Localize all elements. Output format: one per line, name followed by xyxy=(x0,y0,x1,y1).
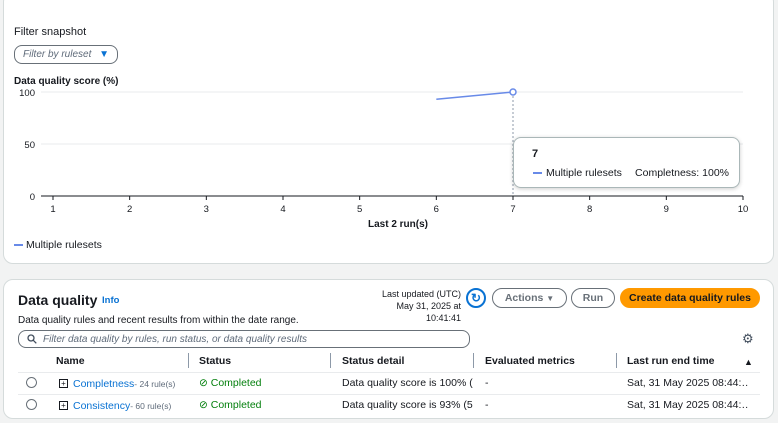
status-completed: ⊘ Completed xyxy=(199,399,262,411)
evaluated-metrics: - xyxy=(485,377,489,389)
tooltip-series-name: Multiple rulesets xyxy=(546,167,622,179)
expand-icon[interactable]: + xyxy=(59,401,68,410)
x-tick-label: 4 xyxy=(280,204,285,215)
column-divider xyxy=(616,353,617,368)
chart-tooltip: 7 Multiple rulesets Completness: 100% xyxy=(513,137,740,188)
rule-count: - 24 rule(s) xyxy=(134,379,176,389)
gear-icon[interactable]: ⚙ xyxy=(742,331,754,347)
quality-score-chart: 0 50 100 1 2 3 4 5 6 7 8 9 10 Last 2 run(s) xyxy=(19,88,749,230)
run-label: Run xyxy=(582,292,604,304)
status-text: Completed xyxy=(210,377,262,389)
status-detail: Data quality score is 100% (2… xyxy=(342,377,473,389)
data-point xyxy=(509,88,517,96)
x-tick-label: 7 xyxy=(510,204,515,215)
refresh-icon: ↻ xyxy=(470,291,482,305)
row-radio[interactable] xyxy=(26,377,37,388)
last-run-end-time: Sat, 31 May 2025 08:44:… xyxy=(627,399,749,411)
ruleset-link[interactable]: Consistency xyxy=(73,400,130,412)
tooltip-series: Multiple rulesets xyxy=(533,167,622,179)
y-tick-label: 50 xyxy=(24,140,35,151)
column-divider xyxy=(188,353,189,368)
x-tick-label: 10 xyxy=(738,204,749,215)
column-header-status[interactable]: Status xyxy=(199,355,231,367)
series-swatch xyxy=(533,172,542,174)
status-text: Completed xyxy=(210,399,262,411)
series-line xyxy=(436,91,514,101)
check-circle-icon: ⊘ xyxy=(199,399,208,411)
x-axis-label: Last 2 run(s) xyxy=(368,219,428,230)
y-tick-label: 0 xyxy=(30,192,35,203)
status-completed: ⊘ Completed xyxy=(199,377,262,389)
y-tick-label: 100 xyxy=(19,88,35,99)
check-circle-icon: ⊘ xyxy=(199,377,208,389)
column-divider xyxy=(473,353,474,368)
last-updated: Last updated (UTC) May 31, 2025 at 10:41… xyxy=(361,288,461,324)
column-divider xyxy=(330,353,331,368)
chart-legend[interactable]: Multiple rulesets xyxy=(14,239,102,251)
last-updated-time: May 31, 2025 at 10:41:41 xyxy=(396,301,461,323)
x-tick-label: 6 xyxy=(434,204,439,215)
ruleset-link[interactable]: Completness xyxy=(73,378,134,390)
sort-ascending-icon[interactable]: ▲ xyxy=(744,357,753,367)
status-detail: Data quality score is 93% (56,… xyxy=(342,399,473,411)
column-header-status-detail[interactable]: Status detail xyxy=(342,355,404,367)
tooltip-value: Completness: 100% xyxy=(635,167,729,179)
actions-label: Actions xyxy=(504,292,544,304)
panel-title: Data quality xyxy=(18,292,98,308)
column-header-name[interactable]: Name xyxy=(56,355,85,367)
actions-button[interactable]: Actions ▼ xyxy=(492,288,567,308)
last-run-end-time: Sat, 31 May 2025 08:44:… xyxy=(627,377,749,389)
x-tick-label: 1 xyxy=(50,204,55,215)
column-header-evaluated-metrics[interactable]: Evaluated metrics xyxy=(485,355,575,367)
legend-swatch xyxy=(14,244,23,246)
evaluated-metrics: - xyxy=(485,399,489,411)
last-updated-label: Last updated (UTC) xyxy=(381,289,461,299)
create-label: Create data quality rules xyxy=(629,292,751,304)
header-divider xyxy=(18,372,760,373)
search-icon xyxy=(27,334,37,344)
rule-count: - 60 rule(s) xyxy=(130,401,172,411)
create-rules-button[interactable]: Create data quality rules xyxy=(620,288,760,308)
run-button[interactable]: Run xyxy=(571,288,615,308)
legend-label: Multiple rulesets xyxy=(26,239,102,251)
row-divider xyxy=(18,394,760,395)
search-placeholder: Filter data quality by rules, run status… xyxy=(43,333,308,345)
search-input[interactable]: Filter data quality by rules, run status… xyxy=(18,330,470,348)
data-quality-panel: Data quality Info Data quality rules and… xyxy=(3,279,774,419)
caret-down-icon: ▼ xyxy=(546,293,555,303)
x-tick-label: 3 xyxy=(204,204,209,215)
info-link[interactable]: Info xyxy=(102,295,119,306)
x-tick-label: 5 xyxy=(357,204,362,215)
column-header-last-run[interactable]: Last run end time xyxy=(627,355,715,367)
row-radio[interactable] xyxy=(26,399,37,410)
x-tick-label: 9 xyxy=(664,204,669,215)
panel-description: Data quality rules and recent results fr… xyxy=(18,315,299,326)
x-tick-label: 2 xyxy=(127,204,132,215)
refresh-button[interactable]: ↻ xyxy=(466,288,486,308)
x-tick-label: 8 xyxy=(587,204,592,215)
expand-icon[interactable]: + xyxy=(59,379,68,388)
tooltip-x-value: 7 xyxy=(532,148,539,160)
